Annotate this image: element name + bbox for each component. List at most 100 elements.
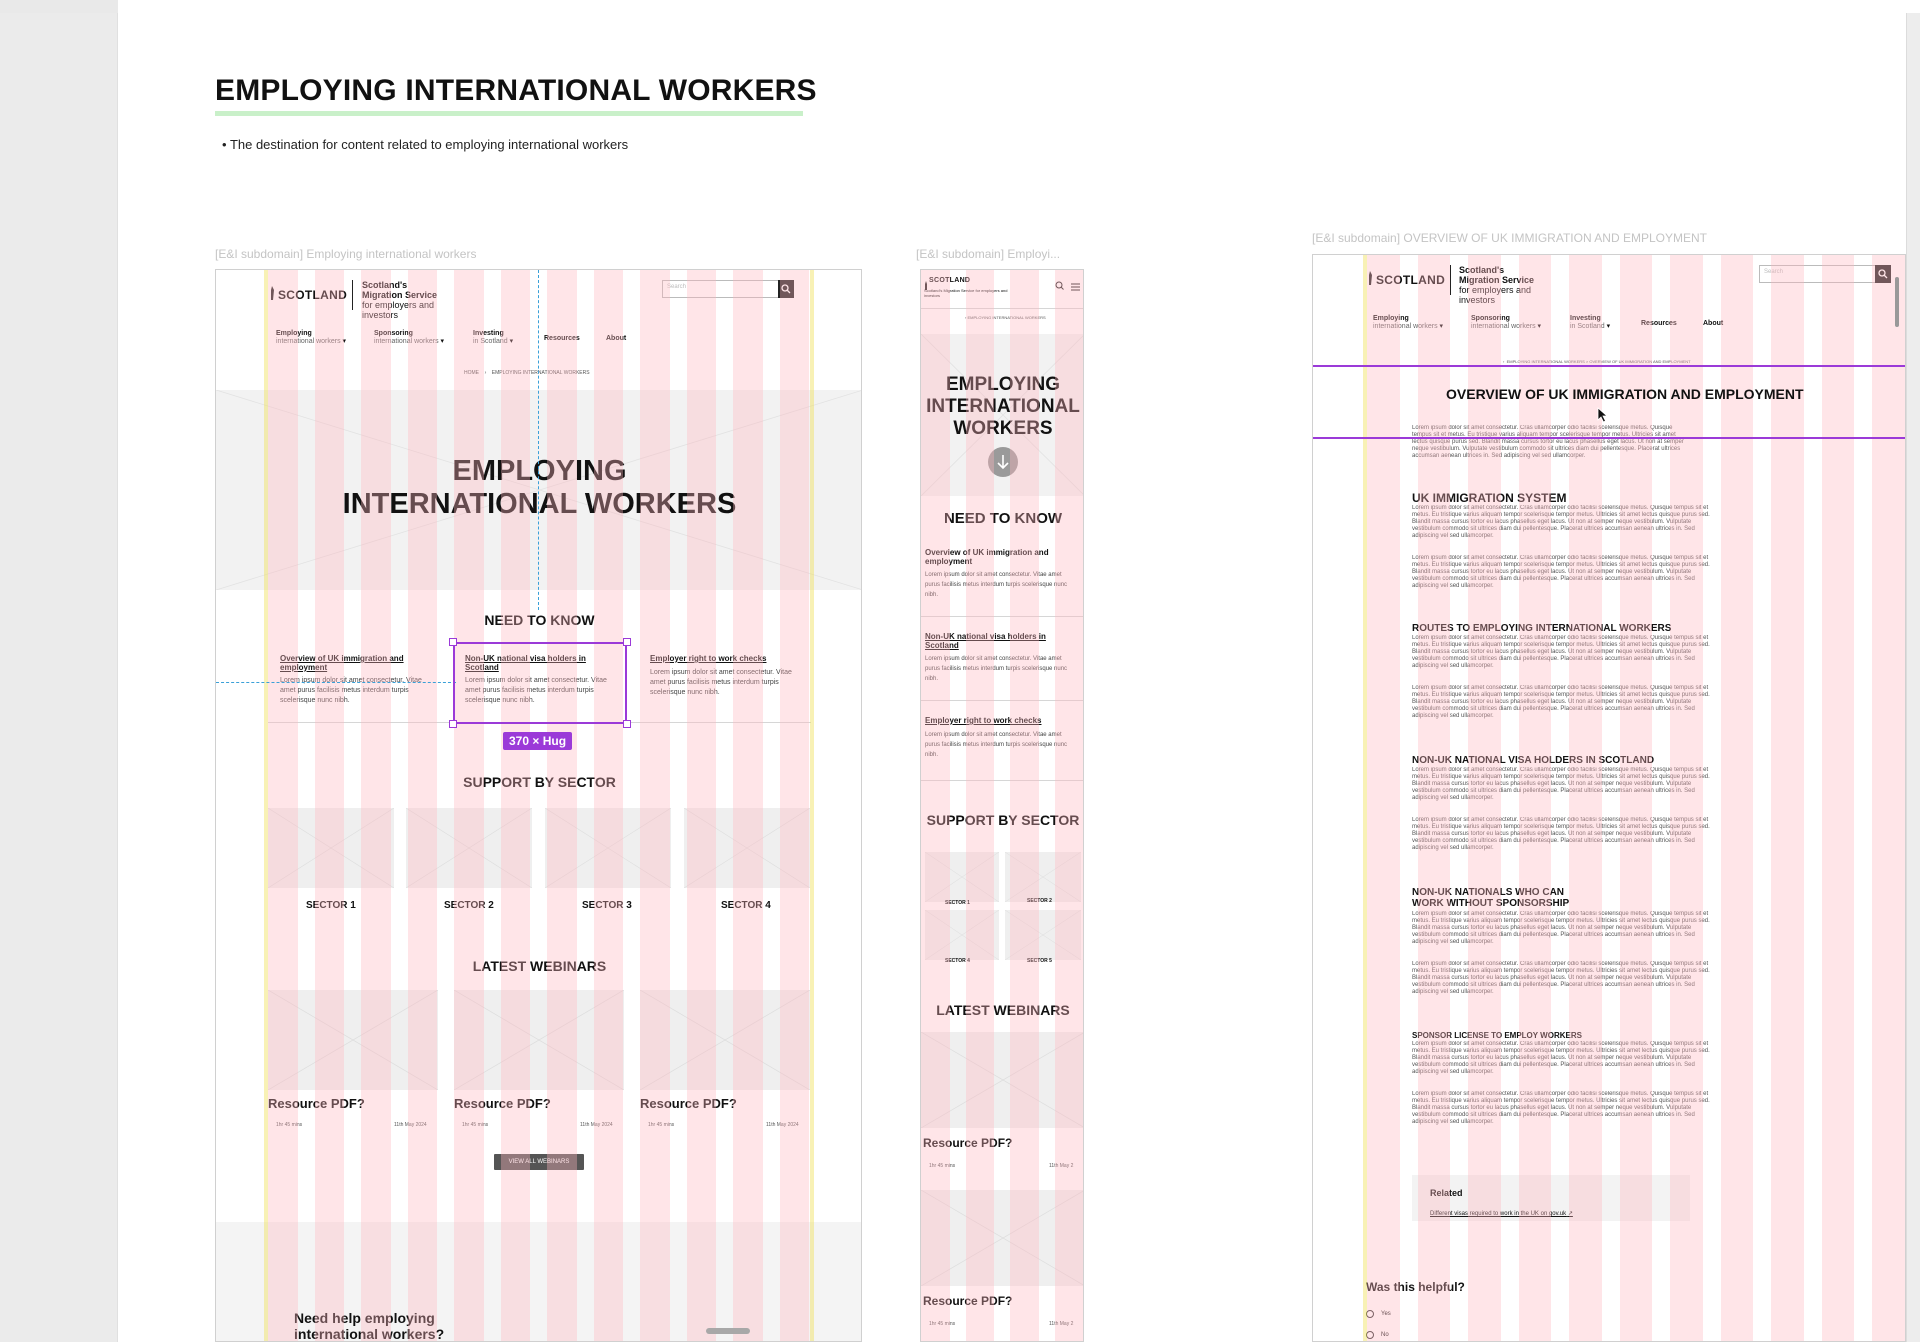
article-nav-resources[interactable]: Resources (1641, 320, 1677, 328)
canvas-scrollbar[interactable] (706, 1328, 750, 1334)
sector-2-label[interactable]: SECTOR 2 (444, 900, 494, 911)
resource-2-date: 11th May 2024 (580, 1122, 613, 1128)
mobile-frame-label[interactable]: [E&I subdomain] Employi... (916, 247, 1084, 261)
mobile-menu-icon[interactable] (1071, 278, 1080, 296)
nav-resources-label: Resources (544, 335, 580, 342)
sector-4-label[interactable]: SECTOR 4 (721, 900, 771, 911)
mobile-card-overview-title[interactable]: Overview of UK immigration and employmen… (925, 548, 1073, 566)
nav-sponsoring-label: Sponsoring (374, 330, 413, 337)
nav-employing[interactable]: Employing international workers ▾ (276, 330, 346, 346)
mobile-sector-1-label[interactable]: SECTOR 1 (945, 900, 970, 906)
helpful-no-radio[interactable] (1366, 1331, 1374, 1339)
resize-handle-tl[interactable] (449, 638, 457, 646)
brand-tagline: Scotland's Migration Service for employe… (362, 280, 437, 320)
mobile-sector-4-image[interactable] (1005, 910, 1081, 960)
nav-resources[interactable]: Resources (544, 335, 580, 343)
webinar-1-image[interactable] (268, 990, 438, 1090)
helpful-no-label: No (1381, 1332, 1389, 1338)
nav-about[interactable]: About (606, 335, 626, 343)
article-nav-investing-label: Investing (1570, 315, 1601, 322)
site-logo[interactable]: SCOTLAND (278, 288, 347, 302)
article-search-icon (1878, 269, 1888, 279)
mobile-resource-1-title[interactable]: Resource PDF? (923, 1136, 1012, 1150)
article-nav-employing[interactable]: Employing international workers ▾ (1373, 315, 1443, 331)
mobile-sector-1-image[interactable] (925, 852, 999, 902)
dimension-badge: 370 × Hug (503, 732, 573, 750)
mobile-sector-5-label[interactable]: SECTOR 5 (1027, 958, 1052, 964)
mobile-sector-3-image[interactable] (925, 910, 999, 960)
mobile-webinars-heading: LATEST WEBINARS (936, 1002, 1070, 1018)
mobile-card-rtw-title[interactable]: Employer right to work checks (925, 716, 1073, 725)
resize-handle-br[interactable] (623, 720, 631, 728)
related-link[interactable]: Different visas required to work in the … (1430, 1210, 1573, 1217)
article-nav-sponsoring[interactable]: Sponsoring international workers ▾ (1471, 315, 1541, 331)
right-scroll-track[interactable] (1906, 13, 1920, 1342)
resource-1-title[interactable]: Resource PDF? (268, 1096, 365, 1111)
card-overview-title[interactable]: Overview of UK immigration and employmen… (280, 654, 430, 672)
mobile-support-heading: SUPPORT BY SECTOR (926, 812, 1080, 828)
page-description: • The destination for content related to… (222, 137, 629, 152)
article-site-logo[interactable]: SCOTLAND (1376, 273, 1445, 287)
article-search-button[interactable] (1875, 265, 1891, 283)
view-all-webinars-button[interactable]: VIEW ALL WEBINARS (494, 1154, 584, 1170)
card-right-to-work-title[interactable]: Employer right to work checks (650, 654, 800, 663)
search-input[interactable]: Search (662, 280, 780, 298)
article-nav-investing[interactable]: Investing in Scotland ▾ (1570, 315, 1610, 331)
mobile-sector-2-label[interactable]: SECTOR 2 (1027, 898, 1052, 904)
article-nav-about[interactable]: About (1703, 320, 1723, 328)
mobile-hero-line2: INTERNATIONAL (926, 396, 1080, 417)
article-nav-sponsoring-sub: international workers (1471, 323, 1536, 330)
nav-sponsoring[interactable]: Sponsoring international workers ▾ (374, 330, 444, 346)
mobile-site-logo[interactable]: SCOTLAND (929, 277, 970, 284)
mobile-sector-4-label[interactable]: SECTOR 4 (945, 958, 970, 964)
mobile-webinar-1-image[interactable] (921, 1032, 1083, 1128)
article-frame[interactable]: SCOTLAND Scotland's Migration Service fo… (1312, 254, 1906, 1342)
brand-line-2: Migration Service (362, 290, 438, 300)
helpful-yes-radio[interactable] (1366, 1310, 1374, 1318)
sector-3-image[interactable] (545, 808, 671, 888)
article-search-input[interactable]: Search (1759, 265, 1877, 283)
mobile-webinar-2-image[interactable] (921, 1190, 1083, 1286)
selected-title-frame[interactable] (1313, 365, 1905, 439)
desktop-frame[interactable]: SCOTLAND Scotland's Migration Service fo… (215, 269, 862, 1342)
mobile-resource-2-duration: 1hr 45 mins (929, 1321, 956, 1327)
webinar-3-image[interactable] (640, 990, 810, 1090)
mobile-card-overview-body: Lorem ipsum dolor sit amet consectetur. … (925, 572, 1068, 598)
sector-2-image[interactable] (406, 808, 532, 888)
sector-1-label[interactable]: SECTOR 1 (306, 900, 356, 911)
grid-margin-left (264, 270, 268, 1341)
article-brand-line-3: for employers and (1459, 285, 1532, 295)
nav-investing[interactable]: Investing in Scotland ▾ (473, 330, 513, 346)
section-5-para-1: Lorem ipsum dolor sit amet consectetur. … (1412, 1041, 1710, 1075)
scroll-down-arrow-icon[interactable] (987, 446, 1019, 483)
article-nav-sponsoring-label: Sponsoring (1471, 315, 1510, 322)
mobile-frame[interactable]: SCOTLAND Scotland's Migration Service fo… (920, 269, 1084, 1342)
webinar-2-image[interactable] (454, 990, 624, 1090)
breadcrumb-current: EMPLOYING INTERNATIONAL WORKERS (491, 370, 590, 376)
hero-heading-line2: INTERNATIONAL WORKERS (342, 488, 737, 521)
related-label: Related (1430, 1188, 1463, 1198)
article-frame-scrollbar[interactable] (1895, 277, 1899, 327)
mobile-card-visa-title[interactable]: Non-UK national visa holders in Scotland (925, 632, 1073, 650)
card-overview-body: Lorem ipsum dolor sit amet consectetur. … (280, 677, 422, 704)
resize-handle-bl[interactable] (449, 720, 457, 728)
need-help-line-1: Need help employing (294, 1310, 435, 1326)
resize-handle-tr[interactable] (623, 638, 631, 646)
selected-card-outline[interactable] (453, 642, 627, 724)
sector-3-label[interactable]: SECTOR 3 (582, 900, 632, 911)
mobile-resource-2-title[interactable]: Resource PDF? (923, 1294, 1012, 1308)
sector-1-image[interactable] (268, 808, 394, 888)
breadcrumb-home[interactable]: HOME (464, 370, 479, 376)
breadcrumb-chevron-icon: › (484, 370, 487, 376)
resource-3-title[interactable]: Resource PDF? (640, 1096, 737, 1111)
mobile-resource-1-date: 11th May 2 (1049, 1163, 1074, 1169)
sector-4-image[interactable] (684, 808, 810, 888)
resource-2-title[interactable]: Resource PDF? (454, 1096, 551, 1111)
hero-heading-line1: EMPLOYING (452, 455, 627, 487)
section-1-para-2: Lorem ipsum dolor sit amet consectetur. … (1412, 555, 1710, 589)
mobile-search-icon[interactable] (1055, 277, 1064, 295)
article-frame-label[interactable]: [E&I subdomain] OVERVIEW OF UK IMMIGRATI… (1312, 231, 1906, 245)
desktop-frame-label[interactable]: [E&I subdomain] Employing international … (215, 247, 476, 261)
mobile-sector-2-image[interactable] (1005, 852, 1081, 902)
search-button[interactable] (778, 280, 794, 298)
